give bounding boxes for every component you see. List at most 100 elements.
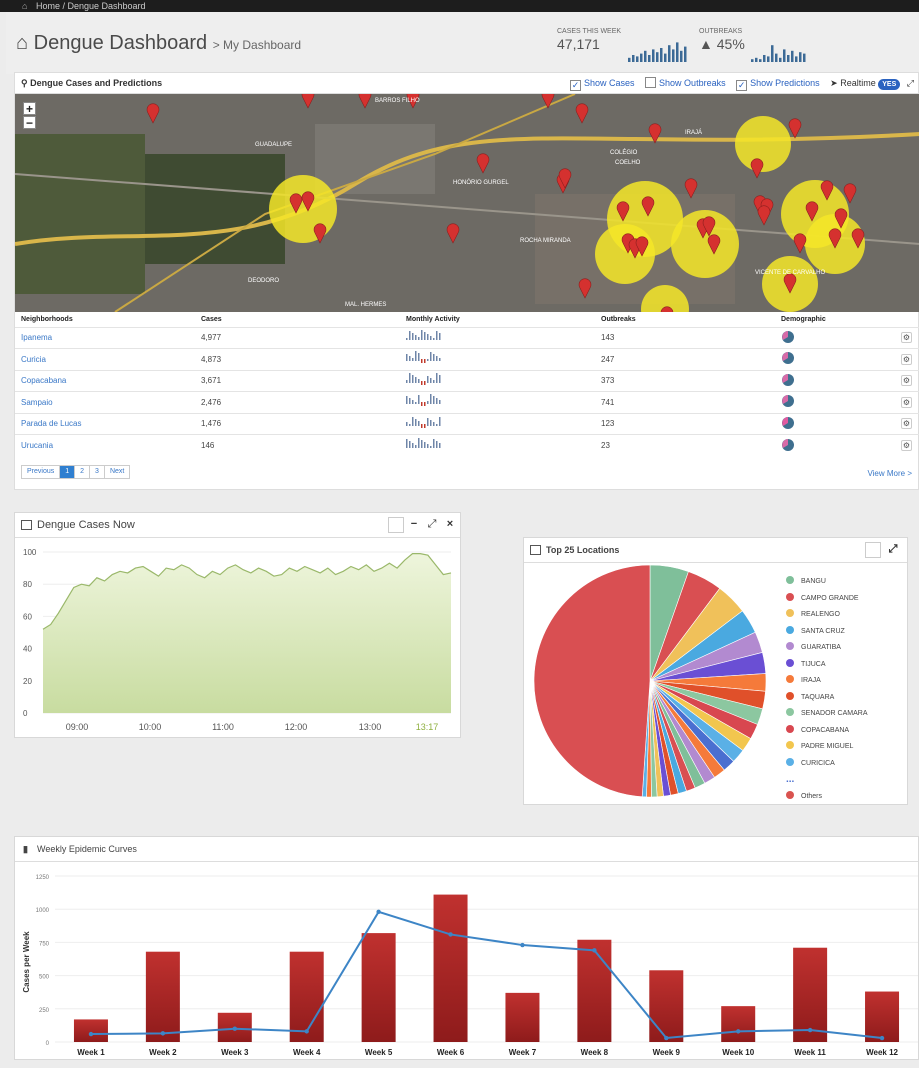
show-cases-checkbox[interactable]: ✓ [570,80,581,91]
legend-item[interactable]: BANGU [786,576,868,593]
home-icon[interactable]: ⌂ [22,1,27,11]
cases-now-chart: 0 20 40 60 80 100 09:00 10:00 11:00 12:00 13:00 13:… [23,548,452,732]
gear-icon[interactable]: ⚙ [901,396,912,408]
demographic-cell [775,434,895,456]
legend-item[interactable]: IRAJA [786,675,868,692]
breadcrumb-home[interactable]: Home [36,1,60,11]
line-point [304,1029,309,1034]
weekly-bar-chart: 0 250 500 750 1000 1250 Cases per Week Week 1 We… [22,875,918,1057]
table-row[interactable]: Parada de Lucas 1,476 123 ⚙ [15,412,919,435]
legend-item[interactable]: TIJUCA [786,658,868,676]
activity-bar [430,419,432,426]
spark-bar [787,55,790,62]
gear-icon[interactable]: ⚙ [901,375,912,387]
x-tick-label: Week 10 [722,1048,754,1057]
select-checkbox[interactable] [865,542,881,558]
col-cases[interactable]: Cases [195,313,400,327]
page-2-button[interactable]: 2 [74,465,91,479]
map-pin-icon: ⚲ [21,78,28,88]
minimize-icon[interactable]: − [406,517,422,533]
activity-bar [412,416,414,426]
legend-swatch [786,708,794,716]
y-tick-label: 0 [46,1041,50,1047]
col-monthly-activity[interactable]: Monthly Activity [400,313,595,327]
show-cases-label[interactable]: Show Cases [584,78,635,88]
activity-bar [409,440,411,448]
activity-bar [427,333,429,340]
x-tick-label: 11:00 [212,722,234,732]
view-more-link[interactable]: View More > [867,469,912,478]
activity-bar [406,354,408,362]
map-panel-header: ⚲ Dengue Cases and Predictions ✓ Show Cas… [15,73,918,94]
show-outbreaks-label[interactable]: Show Outbreaks [659,78,726,88]
bar [649,970,684,1042]
legend-item[interactable]: COPACABANA [786,724,868,742]
neighborhood-link[interactable]: Parada de Lucas [15,412,195,435]
prev-page-button[interactable]: Previous [21,465,61,479]
y-tick-label: 750 [39,941,50,947]
x-tick-label: 13:17 [416,722,439,732]
spark-bar [636,56,639,62]
map-label: COLÉGIO [610,149,638,156]
demographic-pie [782,416,794,429]
bar [433,894,468,1042]
col-demographic[interactable]: Demographic [775,313,895,327]
activity-bar [418,378,420,383]
table-row[interactable]: Copacabana 3,671 373 ⚙ [15,369,919,392]
activity-bar [415,334,417,340]
map-canvas[interactable]: BARROS FILHO GUADALUPE HONÓRIO GURGEL ROCHA… [15,94,919,312]
show-outbreaks-checkbox[interactable] [645,77,657,88]
neighborhood-link[interactable]: Copacabana [15,369,195,392]
col-neighborhoods[interactable]: Neighborhoods [15,313,195,327]
activity-sparkline [406,416,441,428]
legend-item[interactable]: PADRE MIGUEL [786,741,868,758]
select-checkbox[interactable] [388,517,404,533]
legend-item[interactable]: ... [786,774,868,791]
activity-bar [406,379,408,383]
page-1-button[interactable]: 1 [59,465,76,479]
legend-item[interactable]: Others [786,790,868,808]
gear-icon[interactable]: ⚙ [901,332,912,344]
expand-icon[interactable]: ⤢ [907,78,914,88]
map-label: COELHO [615,160,641,166]
legend-item[interactable]: CAMPO GRANDE [786,592,868,610]
stat-value: ▲ 45% [699,36,745,52]
gear-icon[interactable]: ⚙ [901,440,912,451]
expand-icon[interactable]: ⤢ [424,517,440,533]
activity-bar [415,351,417,362]
outbreaks-cell: 373 [595,369,775,392]
expand-icon[interactable]: ⤢ [885,542,901,558]
show-predictions-label[interactable]: Show Predictions [750,78,820,88]
legend-item[interactable]: CURICICA [786,757,868,775]
next-page-button[interactable]: Next [103,465,131,479]
gear-icon[interactable]: ⚙ [901,353,912,365]
green-area [15,134,145,294]
legend-label: SENADOR CAMARA [801,710,868,717]
bar [505,992,540,1042]
realtime-toggle[interactable]: YES [878,79,901,90]
map-label: MAL. HERMES [345,302,386,308]
zoom-out-button[interactable]: − [23,116,36,129]
neighborhood-link[interactable]: Curicia [15,348,195,370]
table-row[interactable]: Sampaio 2,476 741 ⚙ [15,391,919,413]
zoom-in-button[interactable]: + [23,102,36,115]
legend-item[interactable]: REALENGO [786,609,868,626]
table-row[interactable]: Urucania 146 23 ⚙ [15,434,919,456]
legend-item[interactable]: TAQUARA [786,691,868,709]
close-icon[interactable]: × [442,517,458,533]
neighborhood-link[interactable]: Sampaio [15,391,195,413]
legend-item[interactable]: SENADOR CAMARA [786,708,868,725]
legend-label: Others [801,792,823,800]
map-view[interactable]: BARROS FILHO GUADALUPE HONÓRIO GURGEL ROCHA… [15,94,919,312]
show-predictions-checkbox[interactable]: ✓ [736,80,748,91]
neighborhood-link[interactable]: Urucania [15,434,195,456]
neighborhood-link[interactable]: Ipanema [15,326,195,349]
col-outbreaks[interactable]: Outbreaks [595,313,775,327]
gear-icon[interactable]: ⚙ [901,418,912,430]
legend-item[interactable]: GUARATIBA [786,642,868,659]
spark-bar [672,49,675,62]
table-row[interactable]: Curicia 4,873 247 ⚙ [15,348,919,370]
table-row[interactable]: Ipanema 4,977 143 ⚙ [15,326,919,349]
legend-item[interactable]: SANTA CRUZ [786,625,868,643]
page-3-button[interactable]: 3 [89,465,105,479]
